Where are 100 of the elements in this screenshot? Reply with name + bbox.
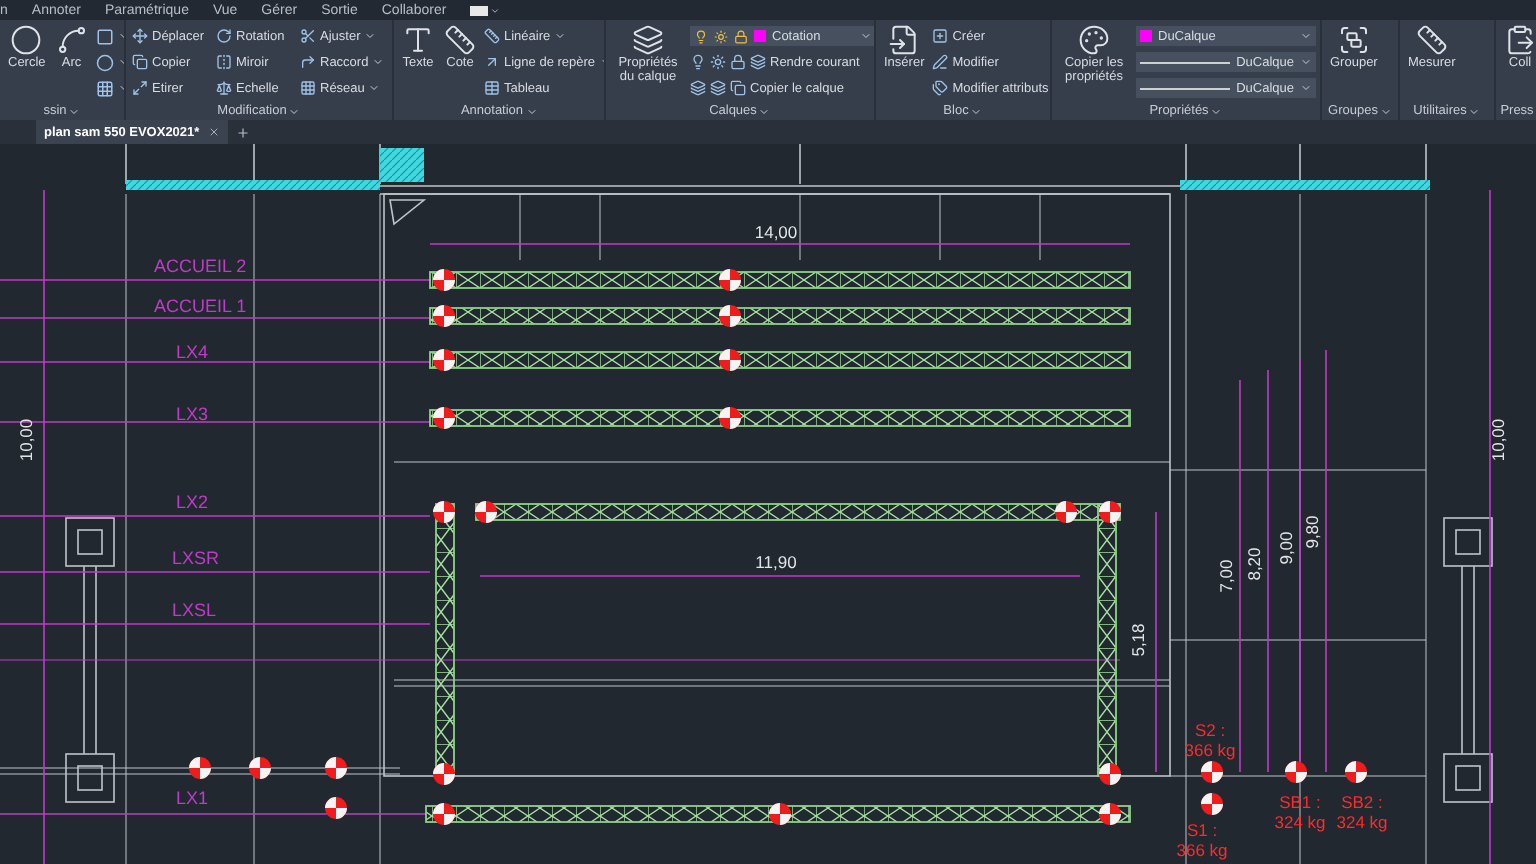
load-label: SB2 : 324 kg: [1336, 792, 1388, 832]
hatch-icon: [95, 79, 114, 97]
layers-icon: [690, 80, 706, 96]
new-tab-button[interactable]: [235, 125, 250, 139]
sun-icon: [710, 54, 726, 70]
caret-icon: [554, 30, 567, 42]
zone-label: LXSL: [172, 600, 217, 620]
stretch-icon: [132, 80, 148, 96]
quartered-circle-icon: [1099, 763, 1121, 785]
window-switch-icon[interactable]: [470, 5, 501, 15]
dimension-label: 9,00: [1276, 531, 1296, 565]
bulb-icon: [690, 54, 706, 70]
quartered-circle-icon: [433, 501, 455, 523]
dimension-label: 10,00: [16, 418, 36, 462]
caret-icon: [1379, 105, 1392, 117]
caret-icon: [368, 82, 381, 94]
bulb-icon: [694, 29, 708, 43]
close-icon: [207, 126, 220, 138]
lock-icon: [730, 54, 746, 70]
dimension-label: 5,18: [1128, 623, 1148, 657]
dimension-icon: [484, 28, 500, 44]
quartered-circle-icon: [719, 349, 741, 371]
copy-icon: [730, 80, 746, 96]
quartered-circle-icon: [1201, 793, 1223, 815]
quartered-circle-icon: [433, 305, 455, 327]
caret-icon: [1210, 105, 1223, 117]
caret-icon: [970, 105, 983, 117]
dimension-label: 8,20: [1244, 547, 1264, 581]
caret-icon: [372, 56, 385, 68]
caret-icon: [758, 105, 771, 117]
dimension-label: 9,80: [1302, 515, 1322, 549]
layers-icon: [710, 80, 726, 96]
rotate-icon: [216, 28, 232, 44]
ruler-icon: [444, 24, 476, 56]
mirror-icon: [216, 54, 232, 70]
edit-icon: [932, 54, 949, 70]
dimension-label: 10,00: [1488, 418, 1508, 462]
arc-icon: [55, 24, 88, 56]
scale-icon: [216, 80, 232, 96]
rectangle-icon: [95, 27, 114, 45]
quartered-circle-icon: [475, 501, 497, 523]
circle-icon: [10, 24, 43, 56]
quartered-circle-icon: [325, 757, 347, 779]
table-icon: [484, 80, 500, 96]
brush-icon: [1078, 24, 1110, 56]
quartered-circle-icon: [433, 803, 455, 825]
quartered-circle-icon: [433, 763, 455, 785]
move-icon: [132, 28, 148, 44]
quartered-circle-icon: [769, 803, 791, 825]
quartered-circle-icon: [719, 305, 741, 327]
sun-icon: [714, 29, 728, 43]
group-icon: [1337, 24, 1370, 56]
zone-label: LXSR: [172, 548, 220, 568]
tags-icon: [932, 80, 949, 96]
caret-icon: [1300, 56, 1312, 68]
caret-icon: [288, 105, 301, 117]
quartered-circle-icon: [189, 757, 211, 779]
caret-icon: [860, 30, 872, 42]
copy-icon: [132, 54, 148, 70]
zone-label: LX4: [176, 342, 209, 362]
clipboard-icon: [1504, 24, 1536, 56]
lock-icon: [734, 29, 748, 43]
ellipse-icon: [95, 53, 114, 71]
caret-icon: [1300, 30, 1312, 42]
caret-icon: [1468, 105, 1481, 117]
caret-icon: [525, 105, 538, 117]
corner-icon: [300, 54, 316, 70]
zone-label: LX3: [176, 404, 209, 424]
quartered-circle-icon: [249, 757, 271, 779]
quartered-circle-icon: [1201, 761, 1223, 783]
quartered-circle-icon: [1099, 501, 1121, 523]
zone-label: ACCUEIL 2: [154, 256, 247, 276]
grid-icon: [300, 80, 316, 96]
quartered-circle-icon: [433, 269, 455, 291]
block-insert-icon: [888, 24, 921, 56]
quartered-circle-icon: [1055, 501, 1077, 523]
layers-icon: [632, 24, 664, 56]
leader-icon: [484, 54, 500, 70]
dimension-label: 11,90: [755, 552, 797, 572]
quartered-circle-icon: [433, 407, 455, 429]
quartered-circle-icon: [325, 797, 347, 819]
zone-label: LX1: [176, 788, 209, 808]
quartered-circle-icon: [1285, 761, 1307, 783]
load-label: S1 : 366 kg: [1176, 820, 1228, 860]
zone-label: LX2: [176, 492, 209, 512]
quartered-circle-icon: [1099, 803, 1121, 825]
caret-icon: [364, 30, 377, 42]
dimension-label: 14,00: [754, 222, 798, 242]
layers-icon: [750, 54, 766, 70]
quartered-circle-icon: [433, 349, 455, 371]
block-create-icon: [932, 28, 949, 44]
scissors-icon: [300, 28, 316, 44]
ruler-icon: [1415, 24, 1448, 56]
zone-label: ACCUEIL 1: [154, 296, 247, 316]
caret-icon: [68, 105, 81, 117]
quartered-circle-icon: [1345, 761, 1367, 783]
load-label: S2 : 366 kg: [1184, 720, 1236, 760]
dimension-label: 7,00: [1216, 559, 1236, 593]
load-label: SB1 : 324 kg: [1274, 792, 1326, 832]
quartered-circle-icon: [719, 407, 741, 429]
